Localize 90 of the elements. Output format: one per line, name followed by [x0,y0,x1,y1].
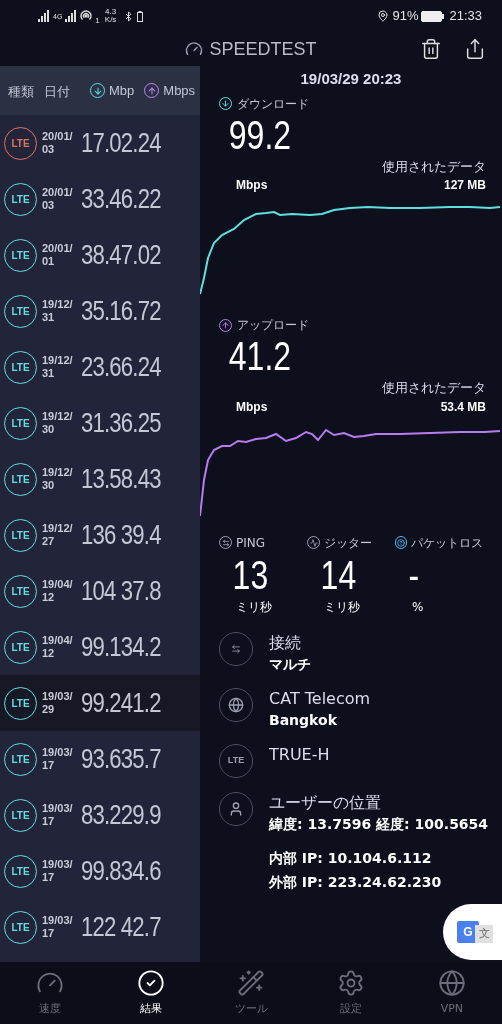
column-header[interactable]: Mbps [163,80,196,101]
info-subtitle: Bangkok [269,710,338,730]
nav-tab[interactable]: VPN [401,962,502,1024]
nav-tab[interactable]: 設定 [301,962,402,1024]
info-title: CAT Telecom [269,687,371,710]
test-date: 19/03/17 [42,802,74,828]
test-date: 19/03/17 [42,858,74,884]
info-title: ユーザーの位置 [269,791,382,814]
speed-values: 31.36.25 [81,406,161,440]
speed-value: 41.2 [227,334,293,378]
speed-values: 35.16.72 [81,294,161,328]
vpn-icon [437,968,466,997]
speed-values: 99.134.2 [81,630,161,664]
test-datetime: 19/03/29 20:23 [299,69,403,89]
speed-values: 13.58.43 [81,462,161,496]
test-label: アップロード [237,317,309,334]
stat-value: 14 [319,551,358,598]
signal-icon [38,10,50,22]
speed-values: 93.635.7 [81,742,161,776]
translate-button[interactable]: G 文 [443,904,502,960]
test-date: 19/04/12 [42,634,74,660]
info-subtitle: マルチ [269,654,311,674]
speed-values: 83.229.9 [81,798,161,832]
app-title: SPEEDTEST [209,37,317,61]
location-icon [377,10,390,22]
speed-values: 38.47.02 [81,238,161,272]
speed-values: 23.66.24 [81,350,161,384]
nav-tab[interactable]: 速度 [0,962,101,1024]
test-date: 19/04/12 [42,578,74,604]
speed-values: 104 37.8 [81,574,161,608]
data-used-label: 使用されたデータ [382,379,486,397]
test-date: 20/01/01 [42,242,74,268]
share-button[interactable] [464,38,486,60]
battery-icon [137,10,144,22]
gauge-icon [185,40,204,58]
stat-value: 13 [231,551,270,598]
hotspot-count: 1 [95,16,100,25]
data-used-value: 53.4 MB [440,398,486,416]
nav-tab[interactable]: 結果 [100,962,201,1024]
test-date: 19/12/30 [42,410,74,436]
data-used-label: 使用されたデータ [382,157,486,176]
test-date: 19/03/29 [42,690,74,716]
ip-address: 外部 IP: 223.24.62.230 [269,872,443,892]
test-date: 19/12/30 [42,466,74,492]
stat-unit: ミリ秒 [235,598,273,616]
test-date: 19/12/31 [42,298,74,324]
download-icon [219,97,232,110]
stat-label: ジッター [324,534,372,552]
speed-values: 122 42.7 [81,910,161,944]
signal-icon [65,10,78,22]
info-title: TRUE-H [269,743,330,766]
test-date: 19/12/27 [42,522,74,548]
test-date: 19/12/31 [42,354,74,380]
jitter-icon [307,536,320,549]
results-icon [136,968,165,997]
speed-values: 136 39.4 [81,518,161,552]
speed-values: 99.241.2 [81,686,161,720]
test-date: 19/03/17 [42,746,74,772]
nav-tab[interactable]: ツール [200,962,302,1024]
test-date: 19/03/17 [42,914,74,940]
column-header[interactable]: 日付 [44,83,70,99]
info-title: 接続 [269,631,302,654]
ip-address: 内部 IP: 10.104.6.112 [269,848,433,868]
clock: 21:33 [449,7,482,26]
stat-value: - [407,551,421,598]
speed-unit: Mbps [236,398,268,416]
test-date: 20/01/03 [42,186,74,212]
speed-values: 17.02.24 [81,126,161,160]
stat-unit: ミリ秒 [323,598,361,616]
tools-icon [237,968,265,997]
hotspot-icon [80,10,93,22]
column-header[interactable]: 種類 [8,83,34,99]
speed-unit: Mbps [236,177,268,194]
speed-values: 99.834.6 [81,854,161,888]
stat-unit: % [411,598,425,616]
stat-label: PING [236,534,266,552]
test-date: 20/01/03 [42,130,74,156]
data-used-value: 127 MB [443,177,486,194]
speed-value: 4.3 [105,8,117,16]
test-label: ダウンロード [237,95,309,113]
delete-button[interactable] [420,38,442,60]
speed-value: 99.2 [227,112,293,157]
battery-percent: 91% [392,7,419,26]
speed-unit: K/s [104,16,117,24]
battery-icon [421,10,445,22]
stat-label: パケットロス [411,534,483,552]
info-subtitle: 緯度: 13.7596 経度: 100.5654 [269,814,489,834]
loss-icon [395,536,407,549]
speed-values: 33.46.22 [81,182,161,216]
column-header[interactable]: Mbp [109,80,135,101]
